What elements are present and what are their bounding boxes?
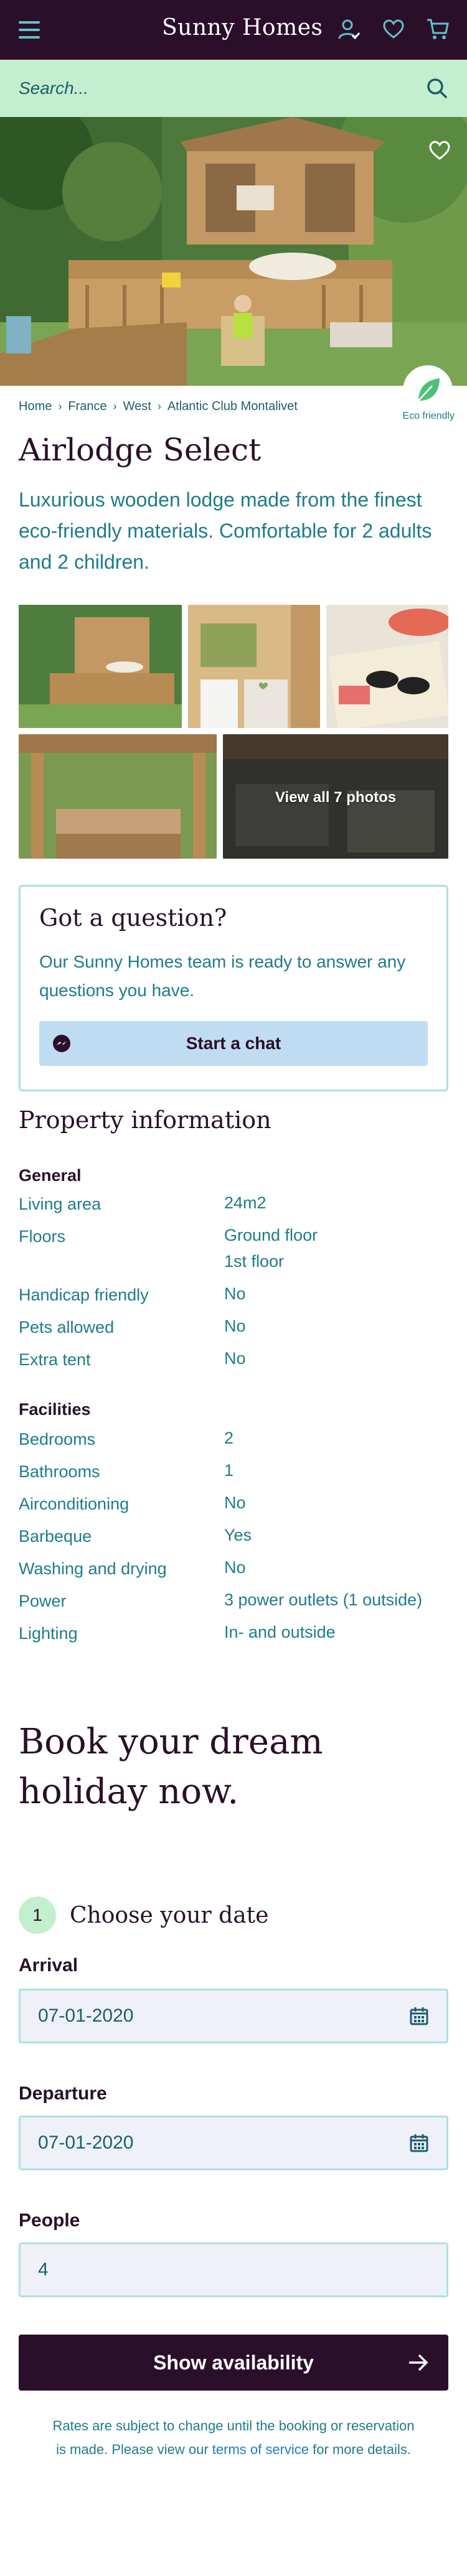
info-value: Ground floor — [224, 1226, 318, 1244]
departure-input[interactable] — [38, 2132, 387, 2154]
eco-badge — [405, 367, 451, 413]
chevron-right-icon: › — [58, 400, 62, 413]
heart-icon[interactable] — [382, 19, 405, 39]
info-value: No — [224, 1349, 246, 1368]
booking-step: 1 Choose your date — [19, 1897, 268, 1934]
info-label: Power — [19, 1592, 67, 1610]
breadcrumb-france[interactable]: France — [68, 399, 106, 414]
info-value: No — [224, 1558, 246, 1577]
search-bar — [0, 60, 467, 117]
info-label: Extra tent — [19, 1350, 91, 1369]
step-number: 1 — [19, 1897, 56, 1934]
people-field[interactable] — [19, 2242, 448, 2297]
info-value: 2 — [224, 1429, 234, 1447]
brand-logo[interactable]: Sunny Homes — [162, 15, 323, 40]
booking-heading: Book your dream holiday now. — [19, 1722, 323, 1812]
breadcrumb-west[interactable]: West — [123, 399, 151, 414]
breadcrumb-home[interactable]: Home — [19, 399, 52, 414]
photo-gallery: View all 7 photos — [19, 605, 448, 859]
departure-field[interactable] — [19, 2116, 448, 2170]
question-text: Our Sunny Homes team is ready to answer … — [39, 952, 406, 1000]
arrow-right-icon — [409, 2354, 428, 2371]
info-label: Handicap friendly — [19, 1286, 149, 1304]
hero-image — [0, 117, 467, 386]
rates-note-end: for more details. — [313, 2442, 411, 2457]
rates-note: Rates are subject to change until the bo… — [50, 2414, 417, 2462]
people-label: People — [19, 2210, 80, 2231]
info-label: Floors — [19, 1227, 66, 1246]
top-navigation-bar: Sunny Homes — [0, 0, 467, 60]
info-value: 1 — [224, 1461, 234, 1480]
info-value: 3 power outlets (1 outside) — [224, 1590, 423, 1609]
step-label: Choose your date — [70, 1902, 269, 1928]
messenger-icon — [53, 1035, 70, 1052]
info-label: Airconditioning — [19, 1495, 130, 1513]
arrival-label: Arrival — [19, 1955, 78, 1976]
show-availability-button[interactable]: Show availability — [19, 2335, 448, 2391]
gallery-photo-5[interactable]: View all 7 photos — [223, 734, 448, 859]
info-label: Washing and drying — [19, 1559, 167, 1578]
people-input[interactable] — [38, 2259, 387, 2280]
chevron-right-icon: › — [113, 400, 117, 413]
favorite-icon[interactable] — [428, 141, 451, 161]
account-icon[interactable] — [337, 17, 361, 41]
calendar-icon[interactable] — [409, 2133, 429, 2153]
eco-label: Eco friendly — [402, 411, 455, 421]
info-value: Yes — [224, 1526, 252, 1544]
lodge-photo — [0, 117, 467, 386]
departure-label: Departure — [19, 2083, 107, 2104]
info-label: Lighting — [19, 1624, 78, 1643]
info-value-2: 1st floor — [224, 1252, 285, 1271]
search-input[interactable] — [19, 78, 392, 98]
info-value: 24m2 — [224, 1193, 267, 1212]
info-value: No — [224, 1493, 246, 1512]
question-title: Got a question? — [39, 904, 227, 931]
page-title: Airlodge Select — [19, 432, 262, 468]
info-label: Barbeque — [19, 1527, 92, 1546]
cart-icon[interactable] — [426, 18, 450, 40]
gallery-photo-3[interactable] — [326, 605, 448, 728]
start-chat-label: Start a chat — [186, 1034, 281, 1053]
arrival-field[interactable] — [19, 1989, 448, 2043]
info-label: Pets allowed — [19, 1318, 115, 1337]
general-heading: General — [19, 1166, 82, 1185]
start-chat-button[interactable]: Start a chat — [39, 1021, 428, 1066]
property-info-heading: Property information — [19, 1106, 271, 1134]
gallery-photo-4[interactable] — [19, 734, 217, 859]
info-value: No — [224, 1317, 246, 1335]
info-label: Bedrooms — [19, 1430, 96, 1449]
gallery-photo-2[interactable] — [188, 605, 320, 728]
view-all-photos-link[interactable]: View all 7 photos — [223, 789, 448, 806]
arrival-input[interactable] — [38, 2005, 387, 2027]
terms-of-service-link[interactable]: terms of service — [212, 2442, 309, 2457]
property-intro: Luxurious wooden lodge made from the fin… — [19, 488, 432, 573]
gallery-photo-1[interactable] — [19, 605, 182, 728]
show-availability-label: Show availability — [153, 2351, 314, 2374]
leaf-icon — [418, 378, 440, 401]
facilities-heading: Facilities — [19, 1400, 91, 1419]
header-icons — [337, 17, 450, 41]
menu-icon[interactable] — [19, 21, 40, 39]
calendar-icon[interactable] — [409, 2006, 429, 2026]
breadcrumb-current[interactable]: Atlantic Club Montalivet — [167, 399, 298, 414]
breadcrumb: Home › France › West › Atlantic Club Mon… — [19, 399, 298, 414]
info-label: Bathrooms — [19, 1462, 100, 1481]
info-value: In- and outside — [224, 1623, 336, 1641]
chevron-right-icon: › — [157, 400, 161, 413]
search-icon[interactable] — [426, 77, 448, 100]
info-value: No — [224, 1284, 246, 1303]
question-card: Got a question? Our Sunny Homes team is … — [19, 885, 448, 1091]
info-label: Living area — [19, 1195, 101, 1213]
